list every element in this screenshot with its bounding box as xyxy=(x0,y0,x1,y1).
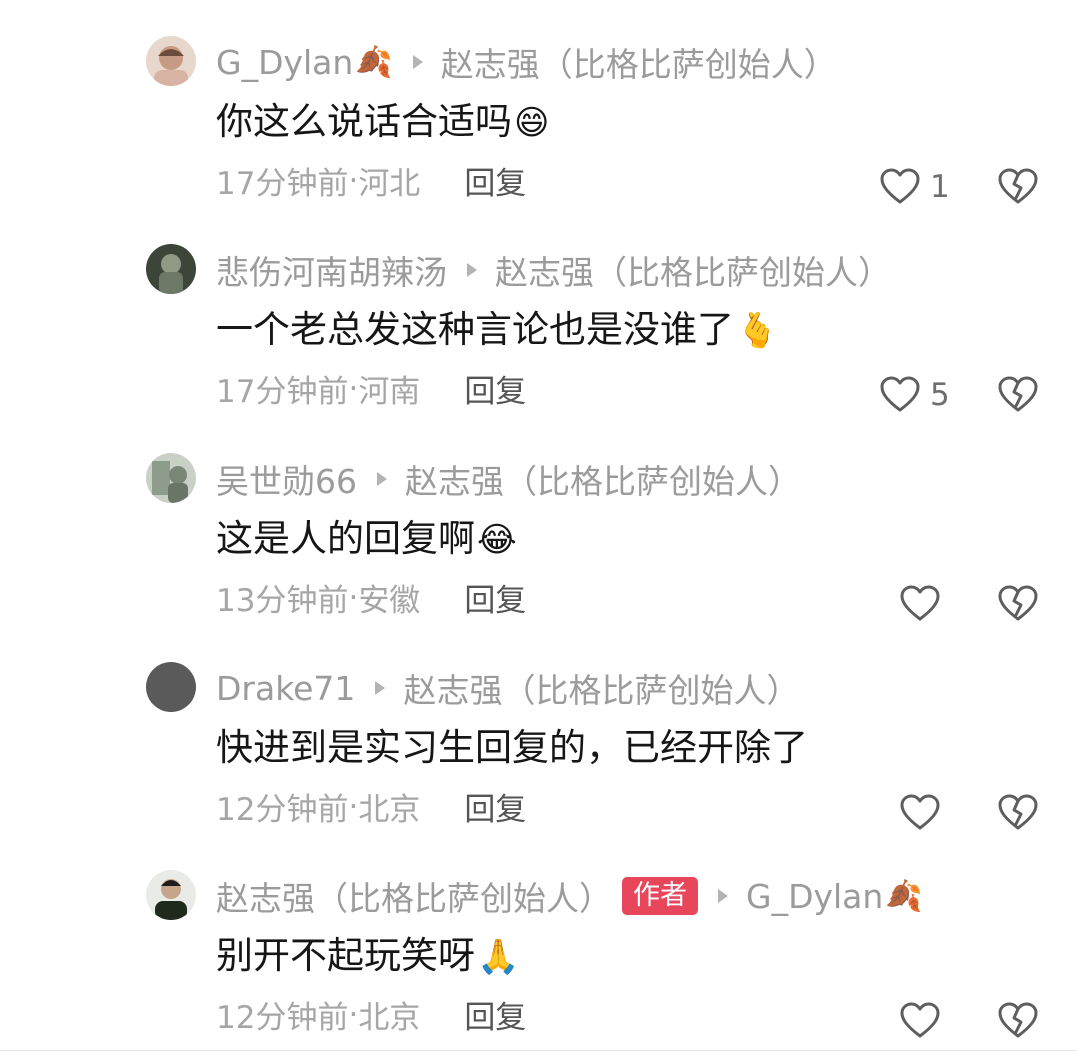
username[interactable]: 赵志强（比格比萨创始人） xyxy=(216,872,612,920)
dislike-button[interactable] xyxy=(996,165,1040,209)
broken-heart-icon xyxy=(998,794,1038,830)
comment-meta: 17分钟前 · 河北 回复 xyxy=(216,158,526,203)
like-button[interactable]: 1 xyxy=(878,165,950,209)
broken-heart-icon xyxy=(998,168,1038,204)
crying-laughing-emoji-icon: 😂 xyxy=(477,520,517,560)
comment-item: 吴世勋66 赵志强（比格比萨创始人） 这是人的回复啊😂 13分钟前 · 安徽 回… xyxy=(0,417,1077,626)
reply-target-username[interactable]: 赵志强（比格比萨创始人） xyxy=(405,455,801,503)
comment-location: 北京 xyxy=(358,792,421,828)
comment-meta: 12分钟前 · 北京 回复 xyxy=(216,784,526,829)
reply-button[interactable]: 回复 xyxy=(464,158,526,203)
heart-outline-icon xyxy=(900,585,940,621)
comment-time: 17分钟前 xyxy=(216,374,349,410)
comment-text-body: 这是人的回复啊 xyxy=(216,517,475,560)
like-button[interactable] xyxy=(898,999,942,1043)
comment-location: 安徽 xyxy=(358,583,421,619)
comment-item: G_Dylan 🍂 赵志强（比格比萨创始人） 你这么说话合适吗😄 17分钟前 ·… xyxy=(0,0,1077,209)
username[interactable]: G_Dylan xyxy=(216,43,353,82)
reply-target-username[interactable]: G_Dylan xyxy=(746,877,883,916)
reply-target-username[interactable]: 赵志强（比格比萨创始人） xyxy=(441,38,837,86)
comment-text: 快进到是实习生回复的，已经开除了 xyxy=(216,720,808,776)
comment-location: 河南 xyxy=(358,374,421,410)
like-button[interactable] xyxy=(898,791,942,835)
comment-time: 17分钟前 xyxy=(216,166,349,202)
comment-header: Drake71 赵志强（比格比萨创始人） xyxy=(216,664,799,712)
heart-outline-icon xyxy=(880,168,920,204)
comment-header: G_Dylan 🍂 赵志强（比格比萨创始人） xyxy=(216,38,837,86)
broken-heart-icon xyxy=(998,585,1038,621)
meta-separator: · xyxy=(348,370,359,407)
avatar[interactable] xyxy=(146,244,196,294)
comment-time: 12分钟前 xyxy=(216,1000,349,1036)
folded-hands-emoji-icon: 🙏 xyxy=(477,937,520,977)
leaf-emoji-icon: 🍂 xyxy=(885,878,923,914)
reply-arrow-icon xyxy=(467,263,477,277)
like-count: 1 xyxy=(930,169,950,205)
comment-text-body: 一个老总发这种言论也是没谁了 xyxy=(216,308,734,351)
comment-text-body: 别开不起玩笑呀 xyxy=(216,934,475,977)
avatar[interactable] xyxy=(146,870,196,920)
comment-header: 悲伤河南胡辣汤 赵志强（比格比萨创始人） xyxy=(216,246,891,294)
bottom-divider xyxy=(0,1050,1077,1051)
comment-text-body: 你这么说话合适吗 xyxy=(216,100,512,143)
username[interactable]: 悲伤河南胡辣汤 xyxy=(216,246,447,294)
reply-arrow-icon xyxy=(412,55,423,69)
comment-header: 吴世勋66 赵志强（比格比萨创始人） xyxy=(216,455,801,503)
reply-button[interactable]: 回复 xyxy=(464,784,526,829)
finger-heart-emoji-icon: 🫰 xyxy=(736,311,779,351)
comment-text: 你这么说话合适吗😄 xyxy=(216,94,549,151)
comment-text: 一个老总发这种言论也是没谁了🫰 xyxy=(216,302,778,359)
dislike-button[interactable] xyxy=(996,373,1040,417)
avatar[interactable] xyxy=(146,662,196,712)
reply-arrow-icon xyxy=(718,889,728,903)
meta-separator: · xyxy=(348,788,359,825)
comment-location: 北京 xyxy=(358,1000,421,1036)
comment-item: 赵志强（比格比萨创始人） 作者 G_Dylan 🍂 别开不起玩笑呀🙏 12分钟前… xyxy=(0,834,1077,1043)
comment-meta: 12分钟前 · 北京 回复 xyxy=(216,992,526,1037)
author-badge: 作者 xyxy=(622,877,698,915)
comment-location: 河北 xyxy=(358,166,421,202)
comment-item: 悲伤河南胡辣汤 赵志强（比格比萨创始人） 一个老总发这种言论也是没谁了🫰 17分… xyxy=(0,208,1077,417)
meta-separator: · xyxy=(348,996,359,1033)
dislike-button[interactable] xyxy=(996,582,1040,626)
comment-meta: 17分钟前 · 河南 回复 xyxy=(216,366,526,411)
comment-time: 13分钟前 xyxy=(216,583,349,619)
reply-target-username[interactable]: 赵志强（比格比萨创始人） xyxy=(495,246,891,294)
heart-outline-icon xyxy=(880,376,920,412)
username[interactable]: Drake71 xyxy=(216,669,355,708)
avatar[interactable] xyxy=(146,453,196,503)
reply-arrow-icon xyxy=(377,472,387,486)
broken-heart-icon xyxy=(998,376,1038,412)
meta-separator: · xyxy=(348,162,359,199)
broken-heart-icon xyxy=(998,1002,1038,1038)
comment-header: 赵志强（比格比萨创始人） 作者 G_Dylan 🍂 xyxy=(216,872,923,920)
reply-button[interactable]: 回复 xyxy=(464,575,526,620)
comment-text-body: 快进到是实习生回复的，已经开除了 xyxy=(216,726,808,769)
like-button[interactable] xyxy=(898,582,942,626)
reply-button[interactable]: 回复 xyxy=(464,992,526,1037)
grinning-emoji-icon: 😄 xyxy=(514,103,550,143)
heart-outline-icon xyxy=(900,1002,940,1038)
comment-text: 别开不起玩笑呀🙏 xyxy=(216,928,519,985)
reply-button[interactable]: 回复 xyxy=(464,366,526,411)
heart-outline-icon xyxy=(900,794,940,830)
comment-text: 这是人的回复啊😂 xyxy=(216,511,517,568)
leaf-emoji-icon: 🍂 xyxy=(355,44,393,80)
reply-arrow-icon xyxy=(375,681,386,695)
avatar[interactable] xyxy=(146,36,196,86)
comment-item: Drake71 赵志强（比格比萨创始人） 快进到是实习生回复的，已经开除了 12… xyxy=(0,626,1077,835)
like-button[interactable]: 5 xyxy=(878,373,950,417)
comment-meta: 13分钟前 · 安徽 回复 xyxy=(216,575,526,620)
dislike-button[interactable] xyxy=(996,999,1040,1043)
like-count: 5 xyxy=(930,377,950,413)
meta-separator: · xyxy=(348,579,359,616)
reply-target-username[interactable]: 赵志强（比格比萨创始人） xyxy=(403,664,799,712)
dislike-button[interactable] xyxy=(996,791,1040,835)
comment-time: 12分钟前 xyxy=(216,792,349,828)
username[interactable]: 吴世勋66 xyxy=(216,455,357,503)
